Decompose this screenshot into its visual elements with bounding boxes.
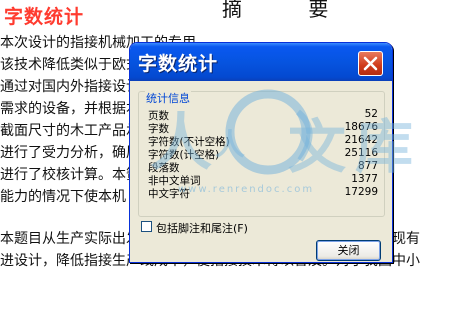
- stat-row-characters-with-spaces: 字符数(计空格) 25116: [148, 147, 378, 161]
- include-footnotes-option[interactable]: 包括脚注和尾注(F): [141, 220, 291, 236]
- stat-row-characters-no-spaces: 字符数(不计空格) 21642: [148, 134, 378, 148]
- stat-row-words: 字数 18676: [148, 121, 378, 135]
- close-button[interactable]: 关闭: [316, 240, 381, 261]
- document-heading: 摘 要: [222, 0, 359, 21]
- stat-value: 1377: [351, 173, 378, 185]
- word-count-dialog: 字数统计 统计信息 页数 52 字数 18676 字符数(不计空格) 21642…: [129, 42, 393, 263]
- stat-label: 中文字符: [148, 188, 190, 200]
- stat-value: 52: [364, 108, 378, 120]
- document-title: 字数统计: [4, 6, 85, 28]
- stat-value: 18676: [344, 121, 378, 133]
- stat-row-paragraphs: 段落数 877: [148, 160, 378, 174]
- dialog-body: 统计信息 页数 52 字数 18676 字符数(不计空格) 21642 字符数(…: [133, 81, 389, 261]
- stat-value: 877: [357, 160, 378, 172]
- statistics-group: 统计信息 页数 52 字数 18676 字符数(不计空格) 21642 字符数(…: [138, 90, 385, 217]
- stat-row-chinese-characters: 中文字符 17299: [148, 186, 378, 200]
- stat-row-non-chinese-words: 非中文单词 1377: [148, 173, 378, 187]
- statistics-group-label: 统计信息: [145, 90, 191, 106]
- stat-value: 17299: [344, 186, 378, 198]
- stat-value: 25116: [344, 147, 378, 159]
- stat-value: 21642: [344, 134, 378, 146]
- include-footnotes-checkbox[interactable]: [141, 221, 152, 232]
- close-icon[interactable]: [358, 51, 383, 76]
- include-footnotes-label[interactable]: 包括脚注和尾注(F): [156, 220, 248, 236]
- dialog-titlebar[interactable]: 字数统计: [130, 43, 392, 81]
- dialog-title: 字数统计: [138, 53, 219, 75]
- stat-row-pages: 页数 52: [148, 108, 378, 122]
